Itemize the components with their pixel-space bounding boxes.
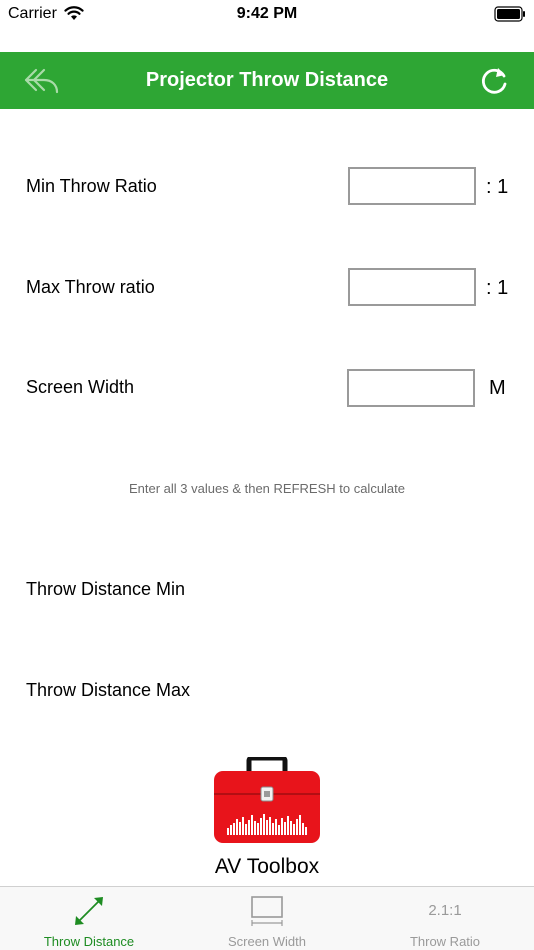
screen-width-unit: M xyxy=(489,377,506,399)
tab-screen-width[interactable]: Screen Width xyxy=(178,887,356,950)
throw-distance-min-label: Throw Distance Min xyxy=(26,579,186,599)
tab-bar: Throw Distance Screen Width 2.1:1 Throw … xyxy=(0,886,534,950)
refresh-icon xyxy=(481,68,507,94)
battery-icon xyxy=(494,6,526,27)
ratio-icon-text: 2.1:1 xyxy=(428,902,462,919)
ratio-text-icon: 2.1:1 xyxy=(356,895,534,927)
screen-width-label: Screen Width xyxy=(26,377,135,397)
min-throw-ratio-input[interactable] xyxy=(348,167,476,205)
tab-throw-ratio[interactable]: 2.1:1 Throw Ratio xyxy=(356,887,534,950)
tab-throw-distance-label: Throw Distance xyxy=(43,934,135,949)
app-brand-name: AV Toolbox xyxy=(214,855,320,878)
tab-screen-width-label: Screen Width xyxy=(227,934,307,949)
status-bar: Carrier 9:42 PM xyxy=(0,0,534,30)
max-throw-ratio-unit: : 1 xyxy=(486,277,509,299)
tab-throw-distance[interactable]: Throw Distance xyxy=(0,887,178,950)
min-throw-ratio-unit: : 1 xyxy=(486,176,509,198)
toolbox-icon xyxy=(213,755,321,845)
min-throw-ratio-label: Min Throw Ratio xyxy=(26,176,157,196)
screen-width-input[interactable] xyxy=(347,369,475,407)
instruction-hint: Enter all 3 values & then REFRESH to cal… xyxy=(128,481,406,496)
refresh-button[interactable] xyxy=(478,64,512,98)
max-throw-ratio-label: Max Throw ratio xyxy=(26,277,155,297)
navigation-bar: Projector Throw Distance xyxy=(0,52,534,109)
diagonal-arrow-icon xyxy=(0,895,178,927)
max-throw-ratio-input[interactable] xyxy=(348,268,476,306)
screen-icon xyxy=(178,895,356,927)
page-title: Projector Throw Distance xyxy=(145,69,389,91)
throw-distance-max-label: Throw Distance Max xyxy=(26,680,191,700)
tab-throw-ratio-label: Throw Ratio xyxy=(409,934,481,949)
status-time: 9:42 PM xyxy=(236,5,298,22)
